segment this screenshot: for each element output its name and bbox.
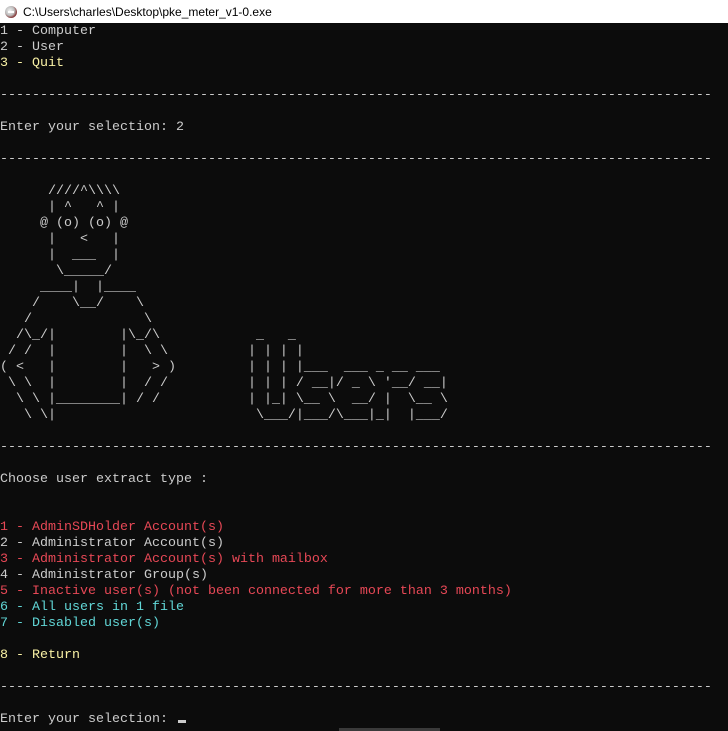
window-title: C:\Users\charles\Desktop\pke_meter_v1-0.… (23, 4, 272, 19)
menu-item-quit: 3 - Quit (0, 56, 64, 71)
ascii-art-line: / / | | \ \ | | | | (0, 344, 304, 359)
option-administrator-group: 4 - Administrator Group(s) (0, 568, 208, 583)
ascii-art-line: / \__/ \ (0, 296, 144, 311)
ascii-art-line: | ___ | (0, 248, 120, 263)
ascii-art-line: \ \| \___/|___/\___|_| |___/ (0, 408, 448, 423)
option-administrator-mailbox: 3 - Administrator Account(s) with mailbo… (0, 552, 328, 567)
separator-line: ----------------------------------------… (0, 152, 712, 167)
option-disabled-users: 7 - Disabled user(s) (0, 616, 160, 631)
ascii-art-line: | ^ ^ | (0, 200, 120, 215)
separator-line: ----------------------------------------… (0, 440, 712, 455)
ascii-art-line: ( < | | > ) | | | |___ ___ _ __ ___ (0, 360, 440, 375)
ascii-art-line: \ \ |________| / / | |_| \__ \ __/ | \__… (0, 392, 448, 407)
ascii-art-line: ////^\\\\ (0, 184, 120, 199)
ascii-art-line: ____| |____ (0, 280, 136, 295)
ascii-art-line: \_____/ (0, 264, 112, 279)
selection-input-line[interactable]: Enter your selection: (0, 712, 186, 728)
ascii-art-line: / \ (0, 312, 152, 327)
title-bar[interactable]: C:\Users\charles\Desktop\pke_meter_v1-0.… (0, 0, 728, 23)
ascii-art-line: /\_/| |\_/\ _ _ (0, 328, 296, 343)
menu-item-user: 2 - User (0, 40, 64, 55)
option-all-users: 6 - All users in 1 file (0, 600, 184, 615)
option-adminsdholder: 1 - AdminSDHolder Account(s) (0, 520, 224, 535)
selection-prompt: Enter your selection: 2 (0, 120, 184, 135)
ascii-art-line: | < | (0, 232, 120, 247)
option-administrator-accounts: 2 - Administrator Account(s) (0, 536, 224, 551)
extract-heading: Choose user extract type : (0, 472, 208, 487)
final-prompt: Enter your selection: (0, 712, 176, 727)
console-window: C:\Users\charles\Desktop\pke_meter_v1-0.… (0, 0, 728, 731)
app-icon[interactable] (5, 5, 17, 18)
ascii-art-line: @ (o) (o) @ (0, 216, 128, 231)
menu-item-computer: 1 - Computer (0, 24, 96, 39)
ascii-art-line: \ \ | | / / | | | / __|/ _ \ '__/ __| (0, 376, 448, 391)
option-return: 8 - Return (0, 648, 80, 663)
separator-line: ----------------------------------------… (0, 680, 712, 695)
text-cursor (177, 720, 186, 723)
option-inactive-users: 5 - Inactive user(s) (not been connected… (0, 584, 512, 599)
separator-line: ----------------------------------------… (0, 88, 712, 103)
console-output[interactable]: 1 - Computer 2 - User 3 - Quit ---------… (0, 23, 728, 731)
